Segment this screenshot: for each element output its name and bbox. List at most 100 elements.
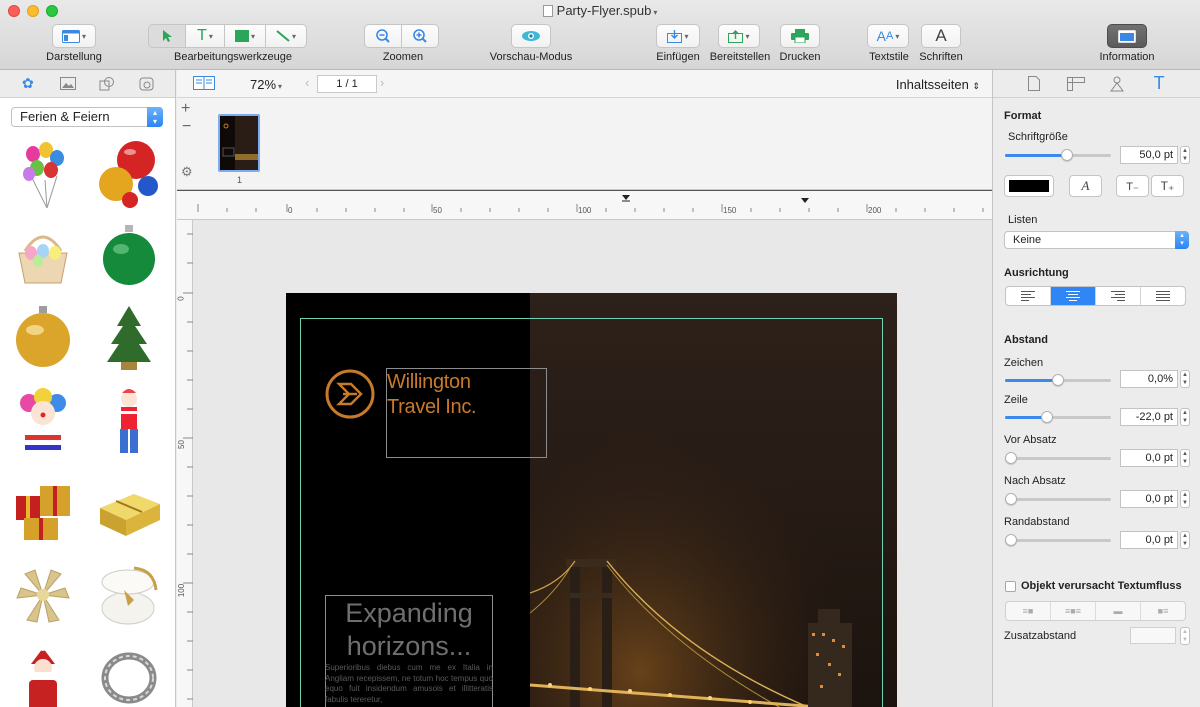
space-before-stepper[interactable]: ▲ ▼ [1180, 449, 1190, 467]
clipart-gold-ornament[interactable] [8, 300, 78, 374]
decrease-font-size-button[interactable]: T₋ [1116, 175, 1149, 197]
inset-slider-knob[interactable] [1005, 534, 1017, 546]
page-settings-button[interactable]: ⚙ [181, 164, 193, 180]
space-after-slider-knob[interactable] [1005, 493, 1017, 505]
fonts-button[interactable]: A [921, 24, 961, 48]
align-center-button[interactable] [1050, 287, 1095, 305]
space-before-slider[interactable] [1005, 452, 1111, 464]
inset-slider[interactable] [1005, 534, 1111, 546]
line-spacing-slider-knob[interactable] [1041, 411, 1053, 423]
line-spacing-stepper[interactable]: ▲ ▼ [1180, 408, 1190, 426]
text-tab[interactable]: T [1150, 73, 1168, 93]
page-thumbnail[interactable] [218, 114, 260, 172]
clipart-christmas-balls[interactable] [94, 138, 164, 212]
character-spacing-slider[interactable] [1005, 374, 1111, 386]
company-name[interactable]: Willington Travel Inc. [387, 370, 477, 420]
inset-stepper[interactable]: ▲ ▼ [1180, 531, 1190, 549]
clipart-santa[interactable] [8, 644, 78, 707]
share-button[interactable]: ▾ [718, 24, 760, 48]
headline-text[interactable]: Expanding horizons... [327, 597, 491, 663]
zoom-in-button[interactable] [401, 24, 439, 48]
clipart-easter-basket[interactable] [8, 219, 78, 293]
clipart-gold-bow[interactable] [8, 558, 78, 632]
space-after-slider[interactable] [1005, 493, 1111, 505]
clipart-clown-child[interactable] [94, 386, 164, 460]
share-icon [728, 29, 744, 43]
increase-font-size-button[interactable]: T₊ [1151, 175, 1184, 197]
flyer-page[interactable]: Willington Travel Inc. Expanding horizon… [286, 293, 897, 707]
font-size-input[interactable]: 50,0 pt [1120, 146, 1178, 164]
clipart-gift-box-open[interactable] [94, 558, 164, 632]
images-tab[interactable] [58, 74, 78, 94]
bridge-photo[interactable] [529, 293, 897, 707]
lists-select[interactable]: Keine ▴ ▾ [1004, 231, 1189, 249]
space-after-input[interactable]: 0,0 pt [1120, 490, 1178, 508]
wrap-around-button[interactable]: ≡■≡ [1050, 602, 1095, 620]
space-before-input[interactable]: 0,0 pt [1120, 449, 1178, 467]
align-left-button[interactable] [1006, 287, 1050, 305]
character-style-button[interactable]: A [1069, 175, 1102, 197]
line-spacing-input[interactable]: -22,0 pt [1120, 408, 1178, 426]
masks-tab[interactable] [137, 74, 157, 94]
clipart-christmas-tree[interactable] [94, 300, 164, 374]
page-number-field[interactable]: 1 / 1 [317, 75, 377, 93]
information-button[interactable] [1107, 24, 1147, 48]
cliparts-tab[interactable]: ✿ [18, 74, 38, 94]
character-spacing-input[interactable]: 0,0% [1120, 370, 1178, 388]
align-right-button[interactable] [1095, 287, 1140, 305]
text-wrap-checkbox[interactable] [1005, 581, 1016, 592]
document-canvas[interactable]: Willington Travel Inc. Expanding horizon… [193, 220, 992, 707]
wrap-above-below-button[interactable]: ▬ [1095, 602, 1140, 620]
extra-spacing-input[interactable] [1130, 627, 1176, 644]
text-tool-button[interactable]: T ▾ [185, 24, 225, 48]
category-select[interactable]: Ferien & Feiern ▴ ▾ [11, 107, 163, 127]
clipart-green-ornament[interactable] [94, 219, 164, 293]
add-page-button[interactable]: + [181, 100, 190, 118]
font-increase-icon: T₊ [1160, 179, 1175, 193]
font-size-slider-knob[interactable] [1061, 149, 1073, 161]
text-color-well[interactable] [1004, 175, 1054, 197]
darstellung-button[interactable]: ▾ [52, 24, 96, 48]
shape-tool-button[interactable]: ▾ [224, 24, 266, 48]
gift-box-icon [101, 566, 158, 625]
wrap-right-button[interactable]: ■≡ [1140, 602, 1185, 620]
remove-page-button[interactable]: − [182, 118, 191, 136]
clipart-silver-ring[interactable] [94, 644, 164, 707]
select-tool-button[interactable] [148, 24, 186, 48]
window-title[interactable]: Party-Flyer.spub ▾ [0, 3, 1200, 18]
zoom-out-button[interactable] [364, 24, 402, 48]
font-size-stepper[interactable]: ▲ ▼ [1180, 146, 1190, 164]
page-list-toggle[interactable] [193, 75, 215, 92]
zoom-select[interactable]: 72% ▾ [250, 77, 282, 92]
shapes-tab[interactable] [97, 74, 117, 94]
print-button[interactable] [780, 24, 820, 48]
font-size-slider[interactable] [1005, 149, 1111, 161]
space-after-stepper[interactable]: ▲ ▼ [1180, 490, 1190, 508]
space-before-slider-knob[interactable] [1005, 452, 1017, 464]
extra-spacing-stepper[interactable]: ▲ ▼ [1180, 627, 1190, 645]
previous-page-button[interactable]: ‹ [305, 75, 309, 90]
insert-button[interactable]: ▾ [656, 24, 700, 48]
next-page-button[interactable]: › [380, 75, 384, 90]
clipart-red-gifts[interactable] [8, 472, 78, 546]
willington-logo[interactable] [323, 367, 377, 421]
character-spacing-stepper[interactable]: ▲ ▼ [1180, 370, 1190, 388]
line-spacing-slider[interactable] [1005, 411, 1111, 423]
clipart-clown[interactable] [8, 386, 78, 460]
document-tab[interactable] [1025, 75, 1043, 93]
character-spacing-slider-knob[interactable] [1052, 374, 1064, 386]
align-justify-button[interactable] [1140, 287, 1185, 305]
preview-group [511, 24, 551, 48]
inset-input[interactable]: 0,0 pt [1120, 531, 1178, 549]
page-section-select[interactable]: Inhaltsseiten ⇕ [896, 77, 980, 92]
text-color-swatch [1009, 180, 1049, 192]
style-tab[interactable] [1108, 75, 1126, 93]
textstile-button[interactable]: A A ▾ [867, 24, 909, 48]
layout-tab[interactable] [1066, 75, 1085, 93]
wrap-left-button[interactable]: ≡■ [1006, 602, 1050, 620]
clipart-gold-gift[interactable] [94, 472, 164, 546]
body-text[interactable]: Superioribus diebus cum me ex Italia in … [325, 663, 493, 705]
preview-mode-button[interactable] [511, 24, 551, 48]
clipart-balloons[interactable] [8, 138, 78, 212]
line-tool-button[interactable]: ▾ [265, 24, 307, 48]
